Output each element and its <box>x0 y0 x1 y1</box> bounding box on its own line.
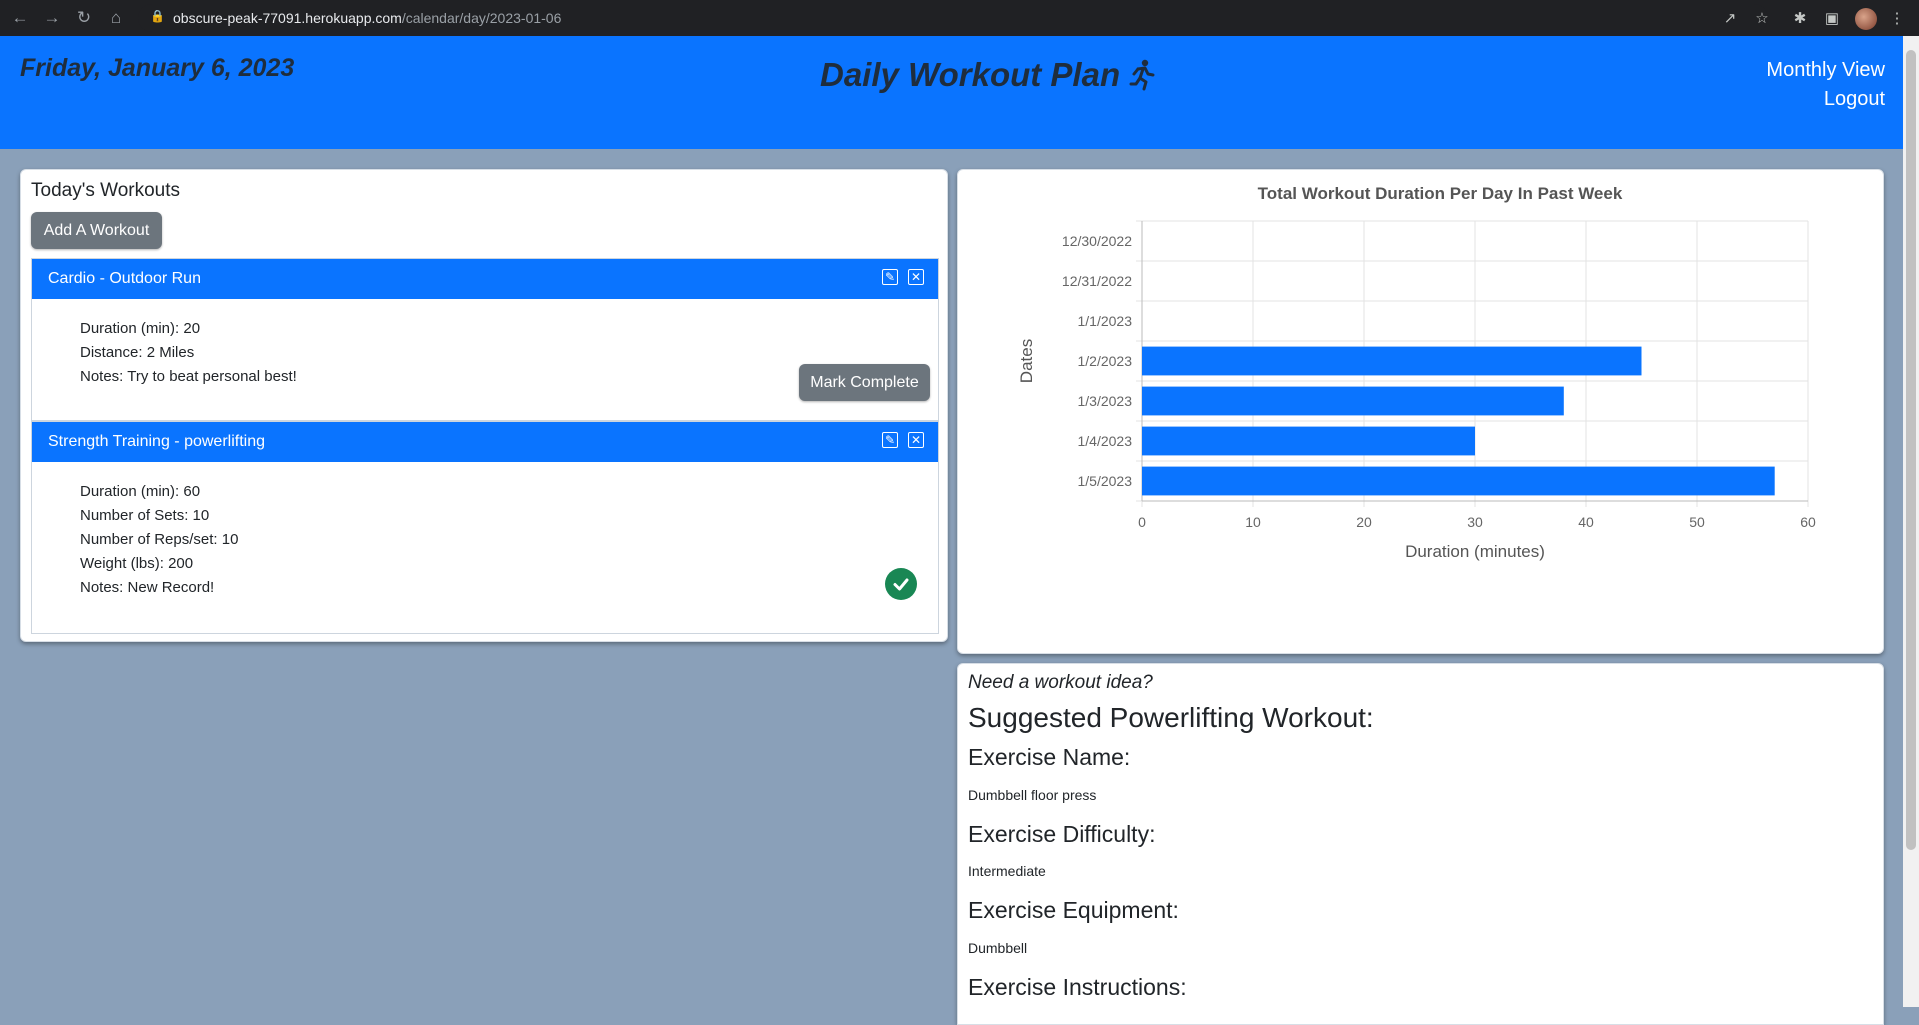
exercise-difficulty-label: Exercise Difficulty: <box>968 821 1156 847</box>
chart-category-label: 1/3/2023 <box>1078 393 1133 409</box>
workout-detail: Number of Sets: 10 <box>80 507 210 524</box>
chart-category-label: 1/2/2023 <box>1078 353 1133 369</box>
workout-detail: Distance: 2 Miles <box>80 344 195 361</box>
delete-icon[interactable]: ✕ <box>908 269 924 285</box>
more-menu-icon[interactable]: ⋮ <box>1885 6 1909 30</box>
workout-suggestion-card: Need a workout idea? Suggested Powerlift… <box>957 663 1884 1025</box>
chart-bar <box>1142 426 1475 456</box>
home-icon[interactable]: ⌂ <box>104 6 128 30</box>
chart-category-label: 12/31/2022 <box>1062 273 1132 289</box>
chart-category-label: 1/5/2023 <box>1078 473 1133 489</box>
extensions-icon[interactable]: ✱ <box>1788 6 1812 30</box>
reload-icon[interactable]: ↻ <box>72 6 96 30</box>
exercise-instructions-label: Exercise Instructions: <box>968 974 1187 1000</box>
browser-toolbar: ← → ↻ ⌂ 🔒 obscure-peak-77091.herokuapp.c… <box>0 0 1919 36</box>
suggestion-prompt: Need a workout idea? <box>968 672 1153 693</box>
workout-detail: Duration (min): 60 <box>80 483 201 500</box>
page-title-text: Daily Workout Plan <box>820 56 1121 93</box>
header-nav: Monthly View Logout <box>1766 56 1885 114</box>
chart-xtick-label: 60 <box>1800 514 1816 530</box>
url-text[interactable]: obscure-peak-77091.herokuapp.com/calenda… <box>173 10 561 26</box>
duration-chart-card: Total Workout Duration Per Day In Past W… <box>957 169 1884 654</box>
page-header: Friday, January 6, 2023 Daily Workout Pl… <box>0 36 1903 149</box>
exercise-name-label: Exercise Name: <box>968 744 1131 770</box>
workout-title: Cardio - Outdoor Run <box>48 270 201 287</box>
share-icon[interactable]: ↗ <box>1718 6 1742 30</box>
add-workout-button[interactable]: Add A Workout <box>31 212 162 249</box>
exercise-name-value: Dumbbell floor press <box>968 787 1097 803</box>
chart-xtick-label: 40 <box>1578 514 1594 530</box>
edit-icon[interactable]: ✎ <box>882 432 898 448</box>
chart-y-axis-label: Dates <box>1017 339 1036 383</box>
suggestion-title: Suggested Powerlifting Workout: <box>968 702 1374 733</box>
exercise-equipment-value: Dumbbell <box>968 940 1028 956</box>
duration-bar-chart: Total Workout Duration Per Day In Past W… <box>1017 184 1816 561</box>
logout-link[interactable]: Logout <box>1766 85 1885 114</box>
chart-bar <box>1142 346 1642 376</box>
workout-header: Strength Training - powerlifting ✎ ✕ <box>32 422 938 462</box>
todays-workouts-card: Today's Workouts Add A Workout Cardio - … <box>20 169 948 642</box>
exercise-difficulty-value: Intermediate <box>968 863 1046 879</box>
monthly-view-link[interactable]: Monthly View <box>1766 56 1885 85</box>
workout-item-cardio: Cardio - Outdoor Run ✎ ✕ Duration (min):… <box>31 258 939 421</box>
workout-header: Cardio - Outdoor Run ✎ ✕ <box>32 259 938 299</box>
back-icon[interactable]: ← <box>8 6 32 30</box>
delete-icon[interactable]: ✕ <box>908 432 924 448</box>
side-panel-icon[interactable]: ▣ <box>1820 6 1844 30</box>
chart-bar <box>1142 386 1564 416</box>
chart-xtick-label: 20 <box>1356 514 1372 530</box>
completed-check-icon <box>885 568 917 600</box>
chart-xtick-label: 30 <box>1467 514 1483 530</box>
chart-xtick-label: 10 <box>1245 514 1261 530</box>
workout-details: Duration (min): 60 Number of Sets: 10 Nu… <box>32 462 938 600</box>
profile-avatar[interactable] <box>1855 8 1877 30</box>
chart-category-label: 12/30/2022 <box>1062 233 1132 249</box>
workout-detail: Weight (lbs): 200 <box>80 555 194 572</box>
page-scrollbar[interactable] <box>1903 36 1919 1007</box>
page-title: Daily Workout Plan <box>820 56 1156 94</box>
chart-x-axis-label: Duration (minutes) <box>1405 542 1545 561</box>
workout-detail: Number of Reps/set: 10 <box>80 531 239 548</box>
chart-category-label: 1/4/2023 <box>1078 433 1133 449</box>
chart-xtick-label: 0 <box>1138 514 1146 530</box>
workout-title: Strength Training - powerlifting <box>48 433 265 450</box>
todays-workouts-heading: Today's Workouts <box>31 180 181 201</box>
chart-xtick-label: 50 <box>1689 514 1705 530</box>
mark-complete-button[interactable]: Mark Complete <box>799 364 930 401</box>
running-person-icon <box>1129 59 1155 91</box>
chart-title: Total Workout Duration Per Day In Past W… <box>1258 184 1623 203</box>
workout-detail: Notes: New Record! <box>80 579 215 596</box>
bookmark-star-icon[interactable]: ☆ <box>1750 6 1774 30</box>
chart-category-label: 1/1/2023 <box>1078 313 1133 329</box>
forward-icon[interactable]: → <box>40 6 64 30</box>
lock-icon[interactable]: 🔒 <box>150 9 165 23</box>
current-date: Friday, January 6, 2023 <box>20 54 295 82</box>
scrollbar-thumb[interactable] <box>1906 50 1916 850</box>
chart-bar <box>1142 466 1775 496</box>
edit-icon[interactable]: ✎ <box>882 269 898 285</box>
workout-detail: Duration (min): 20 <box>80 320 201 337</box>
workout-item-strength: Strength Training - powerlifting ✎ ✕ Dur… <box>31 421 939 634</box>
exercise-equipment-label: Exercise Equipment: <box>968 897 1179 923</box>
